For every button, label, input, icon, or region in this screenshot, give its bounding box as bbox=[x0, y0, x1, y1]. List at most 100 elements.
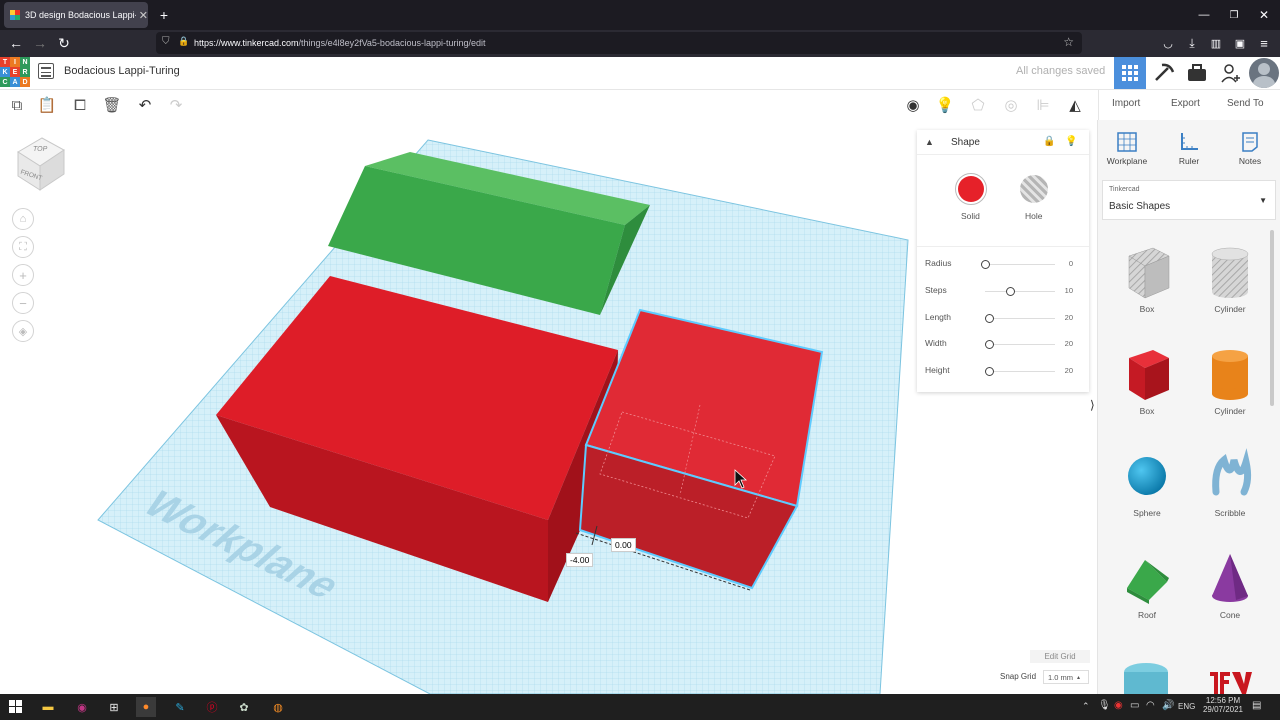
3d-view-button[interactable] bbox=[1114, 57, 1146, 89]
add-user-button[interactable] bbox=[1220, 62, 1242, 84]
zoom-out-icon[interactable]: − bbox=[12, 292, 34, 314]
slider-knob[interactable] bbox=[985, 314, 995, 323]
back-icon[interactable]: ← bbox=[6, 33, 26, 53]
collapse-panel-icon[interactable]: ▲ bbox=[925, 137, 934, 147]
library-selector[interactable]: Tinkercad Basic Shapes ▼ bbox=[1102, 180, 1276, 220]
tinkercad-logo[interactable]: T I N K E R C A D bbox=[0, 57, 30, 87]
bookmark-star-icon[interactable]: ☆ bbox=[1063, 35, 1074, 49]
width-slider[interactable]: Width 20 bbox=[925, 338, 1081, 352]
workplane-tool[interactable]: Workplane bbox=[1102, 130, 1152, 166]
shape-box-hole[interactable]: Box bbox=[1112, 242, 1182, 314]
send-to-button[interactable]: Send To bbox=[1227, 98, 1264, 109]
edit-grid-button[interactable]: Edit Grid bbox=[1030, 650, 1090, 663]
align-icon[interactable]: ⊫ bbox=[1032, 94, 1054, 116]
slider-knob[interactable] bbox=[985, 367, 995, 376]
snap-grid-select[interactable]: 1.0 mm ▴ bbox=[1043, 670, 1089, 684]
account-icon[interactable]: ▣ bbox=[1230, 33, 1250, 53]
inkscape-icon[interactable]: ✿ bbox=[234, 697, 254, 717]
language-indicator[interactable]: ENG bbox=[1178, 702, 1195, 711]
length-slider[interactable]: Length 20 bbox=[925, 312, 1081, 326]
app-icon[interactable]: ◉ bbox=[72, 697, 92, 717]
mirror-icon[interactable]: ◭ bbox=[1064, 94, 1086, 116]
url-bar[interactable]: ⛉ 🔒 https://www.tinkercad.com /things/e4… bbox=[156, 32, 1082, 54]
undo-icon[interactable]: ↶ bbox=[134, 94, 156, 116]
microphone-icon[interactable]: 🎙 bbox=[1098, 700, 1111, 711]
restore-icon[interactable]: ❐ bbox=[1224, 5, 1244, 25]
forward-icon[interactable]: → bbox=[30, 33, 50, 53]
home-view-icon[interactable]: ⌂ bbox=[12, 208, 34, 230]
show-all-icon[interactable]: ◉ bbox=[902, 94, 924, 116]
lock-icon[interactable]: 🔒 bbox=[1043, 136, 1055, 147]
windows-start-icon[interactable] bbox=[6, 697, 26, 717]
chevron-down-icon: ▼ bbox=[1259, 196, 1267, 205]
ruler-tool[interactable]: Ruler bbox=[1164, 130, 1214, 166]
tray-expand-icon[interactable]: ⌃ bbox=[1082, 701, 1090, 712]
notes-tool[interactable]: Notes bbox=[1225, 130, 1275, 166]
codeblocks-button[interactable] bbox=[1152, 62, 1176, 84]
slider-knob[interactable] bbox=[985, 340, 995, 349]
import-button[interactable]: Import bbox=[1112, 98, 1140, 109]
paste-icon[interactable]: 📋 bbox=[36, 94, 58, 116]
file-explorer-icon[interactable]: ▬ bbox=[38, 697, 58, 717]
download-icon[interactable]: ⤓ bbox=[1182, 33, 1202, 53]
pocket-icon[interactable]: ◡ bbox=[1158, 33, 1178, 53]
hole-button[interactable] bbox=[1020, 175, 1048, 203]
shape-tube-partial[interactable] bbox=[1122, 660, 1172, 694]
shield-icon[interactable]: ⛉ bbox=[162, 36, 170, 47]
bricks-button[interactable] bbox=[1186, 62, 1208, 84]
shape-box[interactable]: Box bbox=[1112, 344, 1182, 416]
notifications-icon[interactable]: ▤ bbox=[1252, 700, 1261, 711]
lightbulb-icon[interactable]: 💡 bbox=[934, 94, 956, 116]
ungroup-icon[interactable]: ◎ bbox=[1000, 94, 1022, 116]
shape-scribble[interactable]: Scribble bbox=[1195, 446, 1265, 518]
fit-view-icon[interactable]: ⛶ bbox=[12, 236, 34, 258]
close-window-icon[interactable]: ✕ bbox=[1254, 5, 1274, 25]
avatar[interactable] bbox=[1249, 58, 1279, 88]
shape-cone[interactable]: Cone bbox=[1195, 548, 1265, 620]
view-cube[interactable]: TOP FRONT bbox=[14, 132, 70, 192]
pinterest-icon[interactable]: ⓟ bbox=[202, 697, 222, 717]
wifi-icon[interactable]: ◠ bbox=[1146, 700, 1155, 711]
pen-app-icon[interactable]: ✎ bbox=[170, 697, 190, 717]
minimize-icon[interactable]: — bbox=[1194, 5, 1214, 25]
delete-icon[interactable]: 🗑 bbox=[101, 94, 123, 116]
record-icon[interactable]: ◉ bbox=[1114, 700, 1123, 711]
slider-knob[interactable] bbox=[1005, 287, 1015, 296]
steps-slider[interactable]: Steps 10 bbox=[925, 285, 1081, 299]
volume-icon[interactable]: 🔊 bbox=[1162, 700, 1174, 711]
zoom-in-icon[interactable]: + bbox=[12, 264, 34, 286]
solid-button[interactable] bbox=[955, 173, 987, 205]
design-list-icon[interactable] bbox=[38, 63, 54, 79]
dimension-offset-b[interactable]: -4.00 bbox=[566, 553, 594, 567]
panel-collapse-icon[interactable]: ⟩ bbox=[1090, 398, 1095, 412]
design-title[interactable]: Bodacious Lappi-Turing bbox=[64, 65, 180, 77]
library-icon[interactable]: ▥ bbox=[1206, 33, 1226, 53]
clock[interactable]: 12:56 PM 29/07/2021 bbox=[1202, 696, 1244, 714]
browser-tab[interactable]: 3D design Bodacious Lappi-Turi ✕ bbox=[4, 2, 148, 28]
shape-cylinder[interactable]: Cylinder bbox=[1195, 344, 1265, 416]
sidebar-scrollbar[interactable] bbox=[1270, 230, 1274, 406]
network-icon[interactable]: ▭ bbox=[1130, 700, 1139, 711]
close-tab-icon[interactable]: ✕ bbox=[139, 9, 148, 22]
shape-roof[interactable]: Roof bbox=[1112, 548, 1182, 620]
dimension-offset-a[interactable]: 0.00 bbox=[611, 538, 636, 552]
slider-knob[interactable] bbox=[981, 260, 990, 269]
new-tab-icon[interactable]: + bbox=[154, 5, 174, 25]
perspective-icon[interactable]: ◈ bbox=[12, 320, 34, 342]
lightbulb-visibility-icon[interactable]: 💡 bbox=[1065, 136, 1077, 147]
shape-cylinder-hole[interactable]: Cylinder bbox=[1195, 242, 1265, 314]
group-icon[interactable]: ⬠ bbox=[967, 94, 989, 116]
menu-icon[interactable]: ≡ bbox=[1254, 33, 1274, 53]
store-icon[interactable]: ⊞ bbox=[104, 697, 124, 717]
firefox-icon[interactable]: ● bbox=[136, 697, 156, 717]
height-slider[interactable]: Height 20 bbox=[925, 365, 1081, 379]
copy-icon[interactable]: ⧉ bbox=[6, 94, 28, 116]
shape-sphere[interactable]: Sphere bbox=[1112, 446, 1182, 518]
reload-icon[interactable]: ↻ bbox=[54, 33, 74, 53]
redo-icon[interactable]: ↷ bbox=[165, 94, 187, 116]
duplicate-icon[interactable]: ⧠ bbox=[69, 94, 91, 116]
shape-text-partial[interactable] bbox=[1206, 664, 1256, 694]
blender-icon[interactable]: ◍ bbox=[268, 697, 288, 717]
radius-slider[interactable]: Radius 0 bbox=[925, 258, 1081, 272]
export-button[interactable]: Export bbox=[1171, 98, 1200, 109]
